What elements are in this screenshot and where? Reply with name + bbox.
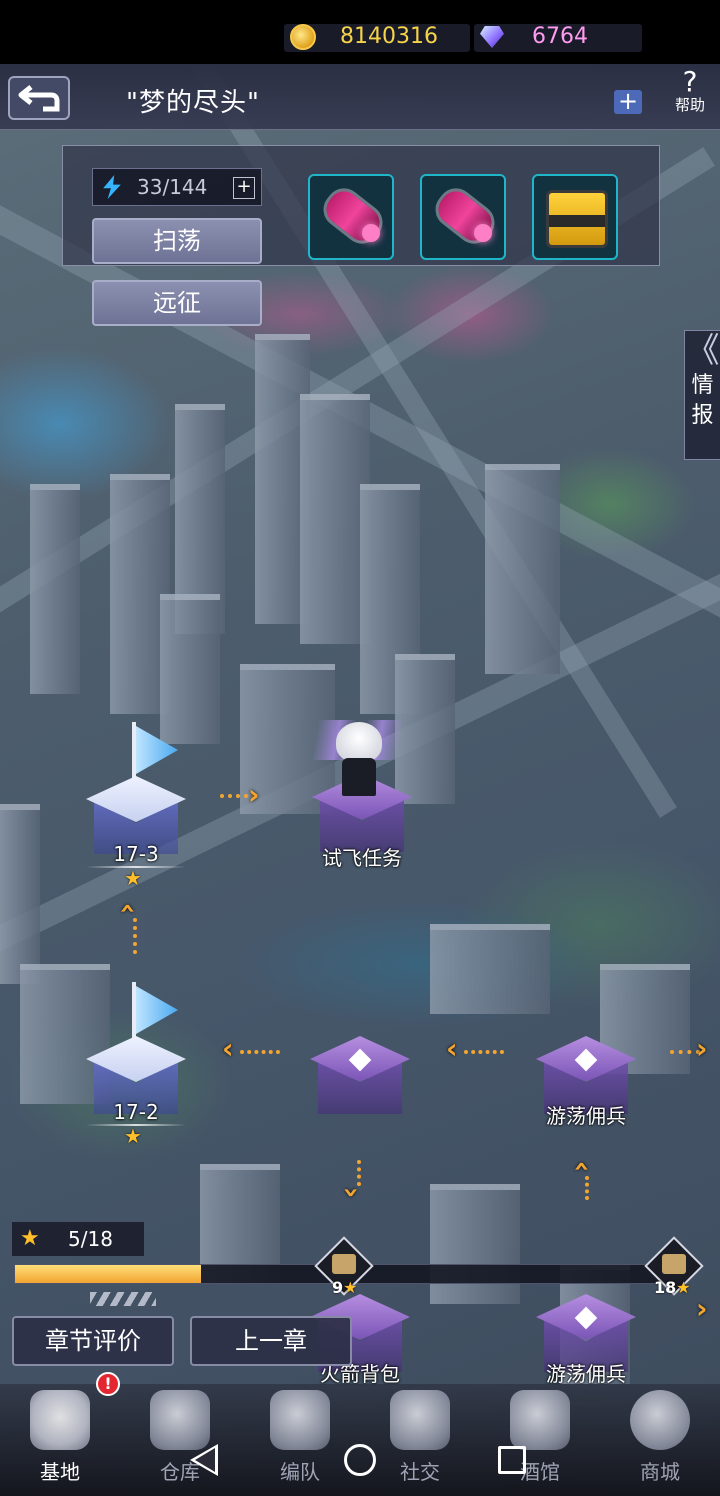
- nav-formation[interactable]: 编队: [246, 1384, 354, 1496]
- decorative-stripes: [90, 1292, 156, 1306]
- chapter-rating-button[interactable]: 章节评价: [12, 1316, 174, 1366]
- star-icon: ★: [343, 1278, 358, 1297]
- gold-value: 8140316: [340, 24, 438, 49]
- character-head: [336, 722, 382, 762]
- add-gems-button[interactable]: +: [614, 89, 642, 114]
- yellow-crate-icon: [546, 190, 608, 248]
- capsule-glow: [362, 224, 380, 242]
- nav-label: 编队: [280, 1460, 320, 1484]
- energy-value: 33/144: [137, 175, 208, 199]
- notification-badge: !: [96, 1372, 120, 1396]
- handshake-icon: [390, 1390, 450, 1450]
- player-character: [308, 716, 408, 800]
- nav-warehouse[interactable]: 仓库: [126, 1384, 234, 1496]
- milestone-chest-18[interactable]: 18★: [644, 1236, 704, 1298]
- capsule-glow: [474, 224, 492, 242]
- pink-capsule-icon: [316, 181, 390, 251]
- gold-counter: 8140316: [284, 24, 470, 52]
- energy-counter: 33/144 +: [92, 168, 262, 206]
- chevron-up-icon: ›: [109, 902, 143, 915]
- chevron-right-icon: ›: [248, 778, 260, 811]
- path-dots: [357, 1160, 361, 1186]
- system-recents-icon[interactable]: [498, 1446, 526, 1474]
- chevron-down-icon: ›: [335, 1186, 369, 1199]
- chevron-left-icon: ‹: [446, 1032, 458, 1065]
- chest-icon: [332, 1254, 356, 1274]
- stage-node-locked[interactable]: [310, 1036, 410, 1116]
- path-dots: [240, 1050, 280, 1054]
- chevron-left-icon: 《: [685, 331, 720, 371]
- shop-orb-icon: [630, 1390, 690, 1450]
- crate-band: [549, 215, 605, 227]
- path-dots: [585, 1176, 589, 1200]
- question-icon: ?: [682, 65, 698, 98]
- star-icon: ★: [20, 1226, 40, 1251]
- intel-label: 情报: [691, 373, 714, 428]
- gem-value: 6764: [532, 24, 588, 49]
- nav-shop[interactable]: 商城: [606, 1384, 714, 1496]
- star-icon: ★: [124, 866, 142, 890]
- chapter-star-progress: ★ 5/18: [12, 1222, 144, 1256]
- star-progress-text: 5/18: [68, 1227, 113, 1251]
- path-dots: [133, 918, 137, 954]
- path-dots: [464, 1050, 504, 1054]
- chapter-title: "梦的尽头": [126, 88, 260, 118]
- gold-coin-icon: [290, 24, 316, 50]
- stage-label: 试飞任务: [322, 846, 402, 870]
- nav-tavern[interactable]: 酒馆: [486, 1384, 594, 1496]
- milestone-chest-9[interactable]: 9★: [314, 1236, 374, 1298]
- gem-counter: 6764: [474, 24, 642, 52]
- reward-slot[interactable]: [532, 174, 618, 260]
- system-back-icon[interactable]: [190, 1444, 218, 1476]
- top-bar: "梦的尽头": [0, 64, 720, 130]
- help-label: 帮助: [674, 96, 705, 114]
- back-button[interactable]: [8, 76, 70, 120]
- nav-base[interactable]: 基地: [6, 1384, 114, 1496]
- stage-label: 17-3: [113, 842, 159, 866]
- milestone-value: 9: [332, 1278, 344, 1297]
- base-star-icon: [30, 1390, 90, 1450]
- previous-chapter-button[interactable]: 上一章: [190, 1316, 352, 1366]
- lightning-icon: [103, 175, 121, 199]
- star-icon: ★: [676, 1278, 691, 1297]
- chevron-up-icon: ›: [563, 1160, 597, 1173]
- chevron-right-icon: ›: [696, 1032, 708, 1065]
- nav-social[interactable]: 社交: [366, 1384, 474, 1496]
- stage-label: 游荡佣兵: [546, 1362, 626, 1386]
- milestone-label: 18★: [654, 1278, 691, 1297]
- add-energy-button[interactable]: +: [233, 177, 255, 199]
- back-arrow-icon: [18, 85, 60, 112]
- milestone-value: 18: [654, 1278, 677, 1297]
- reward-slot[interactable]: [308, 174, 394, 260]
- system-home-icon[interactable]: [344, 1444, 376, 1476]
- stage-label: 游荡佣兵: [546, 1104, 626, 1128]
- chest-icon: [662, 1254, 686, 1274]
- warehouse-icon: [150, 1390, 210, 1450]
- helmet-icon: [270, 1390, 330, 1450]
- reward-slot[interactable]: [420, 174, 506, 260]
- character-body: [342, 758, 376, 796]
- nav-label: 基地: [40, 1460, 80, 1484]
- expedition-button[interactable]: 远征: [92, 280, 262, 326]
- progress-fill: [15, 1265, 202, 1283]
- chevron-left-icon: ‹: [222, 1032, 234, 1065]
- sweep-button[interactable]: 扫荡: [92, 218, 262, 264]
- nav-label: 商城: [640, 1460, 680, 1484]
- help-button[interactable]: ? 帮助: [664, 68, 716, 124]
- stage-label: 17-2: [113, 1100, 159, 1124]
- bottom-navigation: 基地 仓库 编队 社交 酒馆 商城: [0, 1384, 720, 1496]
- nav-label: 社交: [400, 1460, 440, 1484]
- pink-capsule-icon: [428, 181, 502, 251]
- star-icon: ★: [124, 1124, 142, 1148]
- milestone-label: 9★: [332, 1278, 357, 1297]
- gem-icon: [480, 26, 504, 48]
- beer-mug-icon: [510, 1390, 570, 1450]
- intel-tab[interactable]: 《 情报: [684, 330, 720, 460]
